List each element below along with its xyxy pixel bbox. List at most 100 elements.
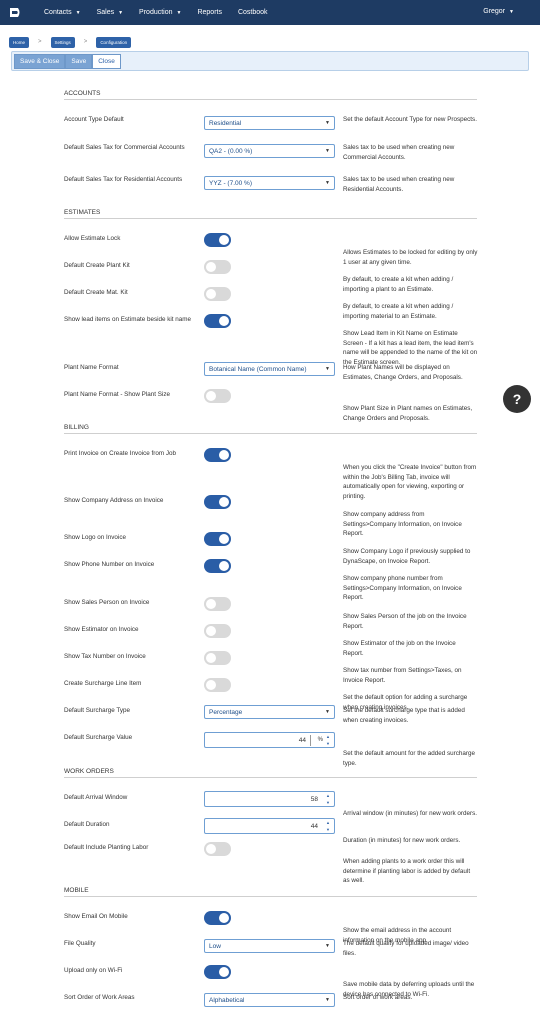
setting-sales-person: Show Sales Person on Invoice Show Sales … <box>64 597 477 630</box>
unit-label: % <box>317 737 323 743</box>
spinner[interactable]: ▲ ▼ <box>324 820 332 832</box>
nav-reports-label: Reports <box>197 9 222 16</box>
surcharge-value-input[interactable]: 44 % ▲ ▼ <box>204 732 335 748</box>
setting-label: Show Company Address on Invoice <box>64 497 164 504</box>
spin-down-icon[interactable]: ▼ <box>326 827 330 832</box>
caret-down-icon: ▼ <box>325 943 330 949</box>
setting-label: Default Arrival Window <box>64 794 128 801</box>
setting-label: Default Create Mat. Kit <box>64 289 128 296</box>
spin-down-icon[interactable]: ▼ <box>326 741 330 746</box>
setting-surcharge-value: Default Surcharge Value 44 % ▲ ▼ Set the … <box>64 732 477 767</box>
spinner[interactable]: ▲ ▼ <box>324 793 332 805</box>
spin-up-icon[interactable]: ▲ <box>326 793 330 798</box>
spin-down-icon[interactable]: ▼ <box>326 800 330 805</box>
setting-label: Default Duration <box>64 821 110 828</box>
caret-down-icon: ▼ <box>325 120 330 126</box>
setting-description: The default quality for uploaded image/ … <box>343 940 469 957</box>
setting-label: Show Estimator on Invoice <box>64 626 139 633</box>
toggle-knob <box>219 316 229 326</box>
surcharge-line-toggle[interactable] <box>204 678 231 692</box>
arrival-window-input[interactable]: 58 ▲ ▼ <box>204 791 335 807</box>
setting-label: Create Surcharge Line Item <box>64 680 142 687</box>
estimator-toggle[interactable] <box>204 624 231 638</box>
select-value: Alphabetical <box>209 996 245 1004</box>
sales-person-toggle[interactable] <box>204 597 231 611</box>
breadcrumb: Home > Settings > Configuration <box>0 25 540 51</box>
spin-up-icon[interactable]: ▲ <box>326 734 330 739</box>
setting-plant-size: Plant Name Format - Show Plant Size Show… <box>64 389 477 422</box>
nav-costbook[interactable]: Costbook <box>238 9 268 16</box>
select-value: YYZ - (7.00 %) <box>209 179 252 187</box>
spin-up-icon[interactable]: ▲ <box>326 820 330 825</box>
user-menu[interactable]: Gregor ▼ <box>483 8 514 15</box>
toggle-knob <box>219 450 229 460</box>
setting-tax-number: Show Tax Number on Invoice Show tax numb… <box>64 651 477 684</box>
setting-label: Upload only on Wi-Fi <box>64 967 123 974</box>
setting-estimator: Show Estimator on Invoice Show Estimator… <box>64 624 477 657</box>
setting-show-email: Show Email On Mobile Show the email addr… <box>64 911 477 944</box>
logo-toggle[interactable] <box>204 532 231 546</box>
setting-label: Default Sales Tax for Residential Accoun… <box>64 176 183 183</box>
nav-production[interactable]: Production ▼ <box>139 9 181 16</box>
setting-label: Default Create Plant Kit <box>64 262 130 269</box>
sales-tax-residential-select[interactable]: YYZ - (7.00 %) ▼ <box>204 176 335 190</box>
duration-input[interactable]: 44 ▲ ▼ <box>204 818 335 834</box>
caret-down-icon: ▼ <box>325 997 330 1003</box>
plant-size-toggle[interactable] <box>204 389 231 403</box>
setting-label: Show Email On Mobile <box>64 913 128 920</box>
toggle-knob <box>206 653 216 663</box>
app-logo[interactable] <box>9 6 22 19</box>
company-address-toggle[interactable] <box>204 495 231 509</box>
setting-label: Show Logo on Invoice <box>64 534 126 541</box>
input-value: 58 <box>310 796 318 803</box>
save-close-button[interactable]: Save & Close <box>14 53 66 69</box>
setting-label: Default Surcharge Value <box>64 734 133 741</box>
setting-label: Default Include Planting Labor <box>64 844 149 851</box>
section-title-accounts: ACCOUNTS <box>64 90 477 100</box>
action-toolbar: Save & Close Save Close <box>11 51 529 71</box>
caret-down-icon: ▼ <box>509 8 514 15</box>
help-button[interactable]: ? <box>503 385 531 413</box>
help-icon: ? <box>512 391 522 407</box>
surcharge-type-select[interactable]: Percentage ▼ <box>204 705 335 719</box>
main-nav: Contacts ▼ Sales ▼ Production ▼ Reports Cos… <box>44 9 284 16</box>
toggle-knob <box>219 497 229 507</box>
lead-items-toggle[interactable] <box>204 314 231 328</box>
setting-description: Set the default surcharge type that is a… <box>343 707 465 724</box>
setting-duration: Default Duration 44 ▲ ▼ Duration (in minu… <box>64 818 477 844</box>
planting-labor-toggle[interactable] <box>204 842 231 856</box>
setting-surcharge-line: Create Surcharge Line Item Set the defau… <box>64 678 477 711</box>
nav-reports[interactable]: Reports <box>197 9 222 16</box>
caret-down-icon: ▼ <box>325 148 330 154</box>
toggle-knob <box>206 289 216 299</box>
close-button[interactable]: Close <box>92 53 121 69</box>
print-invoice-toggle[interactable] <box>204 448 231 462</box>
toggle-knob <box>219 561 229 571</box>
breadcrumb-settings[interactable]: Settings <box>50 36 75 48</box>
account-type-select[interactable]: Residential ▼ <box>204 116 335 130</box>
phone-toggle[interactable] <box>204 559 231 573</box>
estimate-lock-toggle[interactable] <box>204 233 231 247</box>
breadcrumb-home[interactable]: Home <box>9 36 30 48</box>
setting-plant-kit: Default Create Plant Kit By default, to … <box>64 260 477 293</box>
file-quality-select[interactable]: Low ▼ <box>204 939 335 953</box>
nav-sales[interactable]: Sales ▼ <box>97 9 123 16</box>
plant-name-format-select[interactable]: Botanical Name (Common Name) ▼ <box>204 362 335 376</box>
show-email-toggle[interactable] <box>204 911 231 925</box>
breadcrumb-configuration[interactable]: Configuration <box>96 36 132 48</box>
caret-down-icon: ▼ <box>325 180 330 186</box>
sales-tax-commercial-select[interactable]: QA2 - (0.00 %) ▼ <box>204 144 335 158</box>
nav-contacts[interactable]: Contacts ▼ <box>44 9 81 16</box>
mat-kit-toggle[interactable] <box>204 287 231 301</box>
tax-number-toggle[interactable] <box>204 651 231 665</box>
setting-label: Default Surcharge Type <box>64 707 131 714</box>
spinner[interactable]: ▲ ▼ <box>324 734 332 746</box>
nav-contacts-label: Contacts <box>44 9 72 16</box>
setting-estimate-lock: Allow Estimate Lock Allows Estimates to … <box>64 233 477 266</box>
save-button[interactable]: Save <box>65 53 93 69</box>
plant-kit-toggle[interactable] <box>204 260 231 274</box>
setting-planting-labor: Default Include Planting Labor When addi… <box>64 842 477 884</box>
wifi-only-toggle[interactable] <box>204 965 231 979</box>
nav-production-label: Production <box>139 9 173 16</box>
sort-order-select[interactable]: Alphabetical ▼ <box>204 993 335 1007</box>
